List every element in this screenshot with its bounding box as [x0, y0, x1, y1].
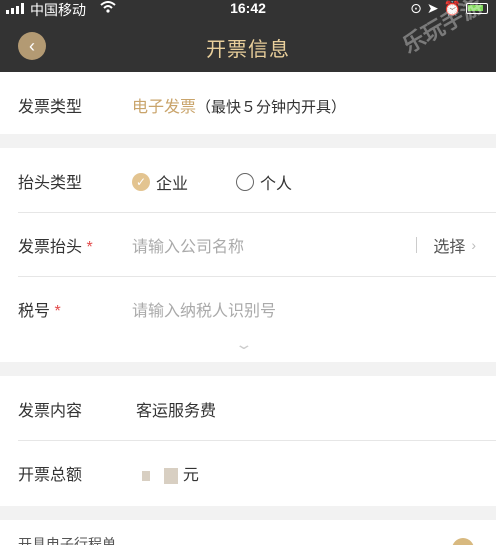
currency-unit: 元: [182, 467, 199, 484]
required-mark: *: [54, 303, 61, 320]
invoice-total-value: 元: [142, 461, 199, 485]
chevron-right-icon: ›: [471, 237, 476, 253]
radio-personal[interactable]: 个人: [236, 170, 292, 194]
checked-circle-icon: ✓: [132, 173, 150, 191]
company-name-input[interactable]: 请输入公司名称: [132, 233, 244, 257]
redacted-digit: [142, 470, 150, 481]
separator: [416, 237, 418, 253]
select-label: 选择: [433, 239, 466, 256]
invoice-header-label: 发票抬头 *: [18, 239, 93, 256]
invoice-content-row: 发票内容 客运服务费: [0, 376, 496, 440]
required-mark: *: [86, 239, 93, 256]
invoice-type-value: 电子发票（最快５分钟内开具）: [132, 93, 346, 117]
expand-chevron-icon[interactable]: ⌄: [234, 336, 253, 353]
invoice-type-highlight: 电子发票: [132, 99, 197, 116]
invoice-content-card: 发票内容 客运服务费 开票总额 元: [0, 376, 496, 506]
top-bar: 中国移动 16:42 ⊙ ➤ ⏰ ‹ 开票信息 乐玩手游: [0, 0, 496, 72]
header-type-label: 抬头类型: [18, 175, 83, 192]
invoice-type-label: 发票类型: [18, 99, 83, 116]
radio-personal-label: 个人: [260, 176, 293, 193]
invoice-content-value: 客运服务费: [136, 403, 217, 420]
lock-rotation-icon: ⊙: [410, 0, 422, 16]
bottom-card: 开具电子行程单: [0, 520, 496, 545]
invoice-type-card: 发票类型 电子发票（最快５分钟内开具）: [0, 72, 496, 134]
tax-no-label: 税号 *: [18, 303, 61, 320]
invoice-type-row: 发票类型 电子发票（最快５分钟内开具）: [0, 72, 496, 136]
itinerary-option-label: 开具电子行程单: [18, 536, 116, 545]
invoice-total-row: 开票总额 元: [0, 440, 496, 504]
invoice-header-card: 抬头类型 ✓ 企业 个人 发票抬头 * 请输入公司名称 选择 › 税号 * 请输…: [0, 148, 496, 362]
radio-company-label: 企业: [156, 176, 189, 193]
itinerary-toggle[interactable]: [452, 538, 474, 545]
header-type-row: 抬头类型 ✓ 企业 个人: [0, 148, 496, 212]
invoice-content-label: 发票内容: [18, 403, 83, 420]
redacted-digit: [164, 467, 179, 484]
unchecked-circle-icon: [236, 173, 254, 191]
tax-no-input[interactable]: 请输入纳税人识别号: [132, 297, 276, 321]
select-header-button[interactable]: 选择 ›: [416, 233, 476, 257]
invoice-type-note: （最快５分钟内开具）: [196, 99, 347, 116]
tax-no-row: 税号 * 请输入纳税人识别号: [0, 276, 496, 340]
radio-company[interactable]: ✓ 企业: [132, 170, 188, 194]
invoice-header-row: 发票抬头 * 请输入公司名称 选择 ›: [0, 212, 496, 276]
status-bar: 中国移动 16:42 ⊙ ➤ ⏰: [0, 0, 496, 18]
invoice-total-label: 开票总额: [18, 467, 83, 484]
